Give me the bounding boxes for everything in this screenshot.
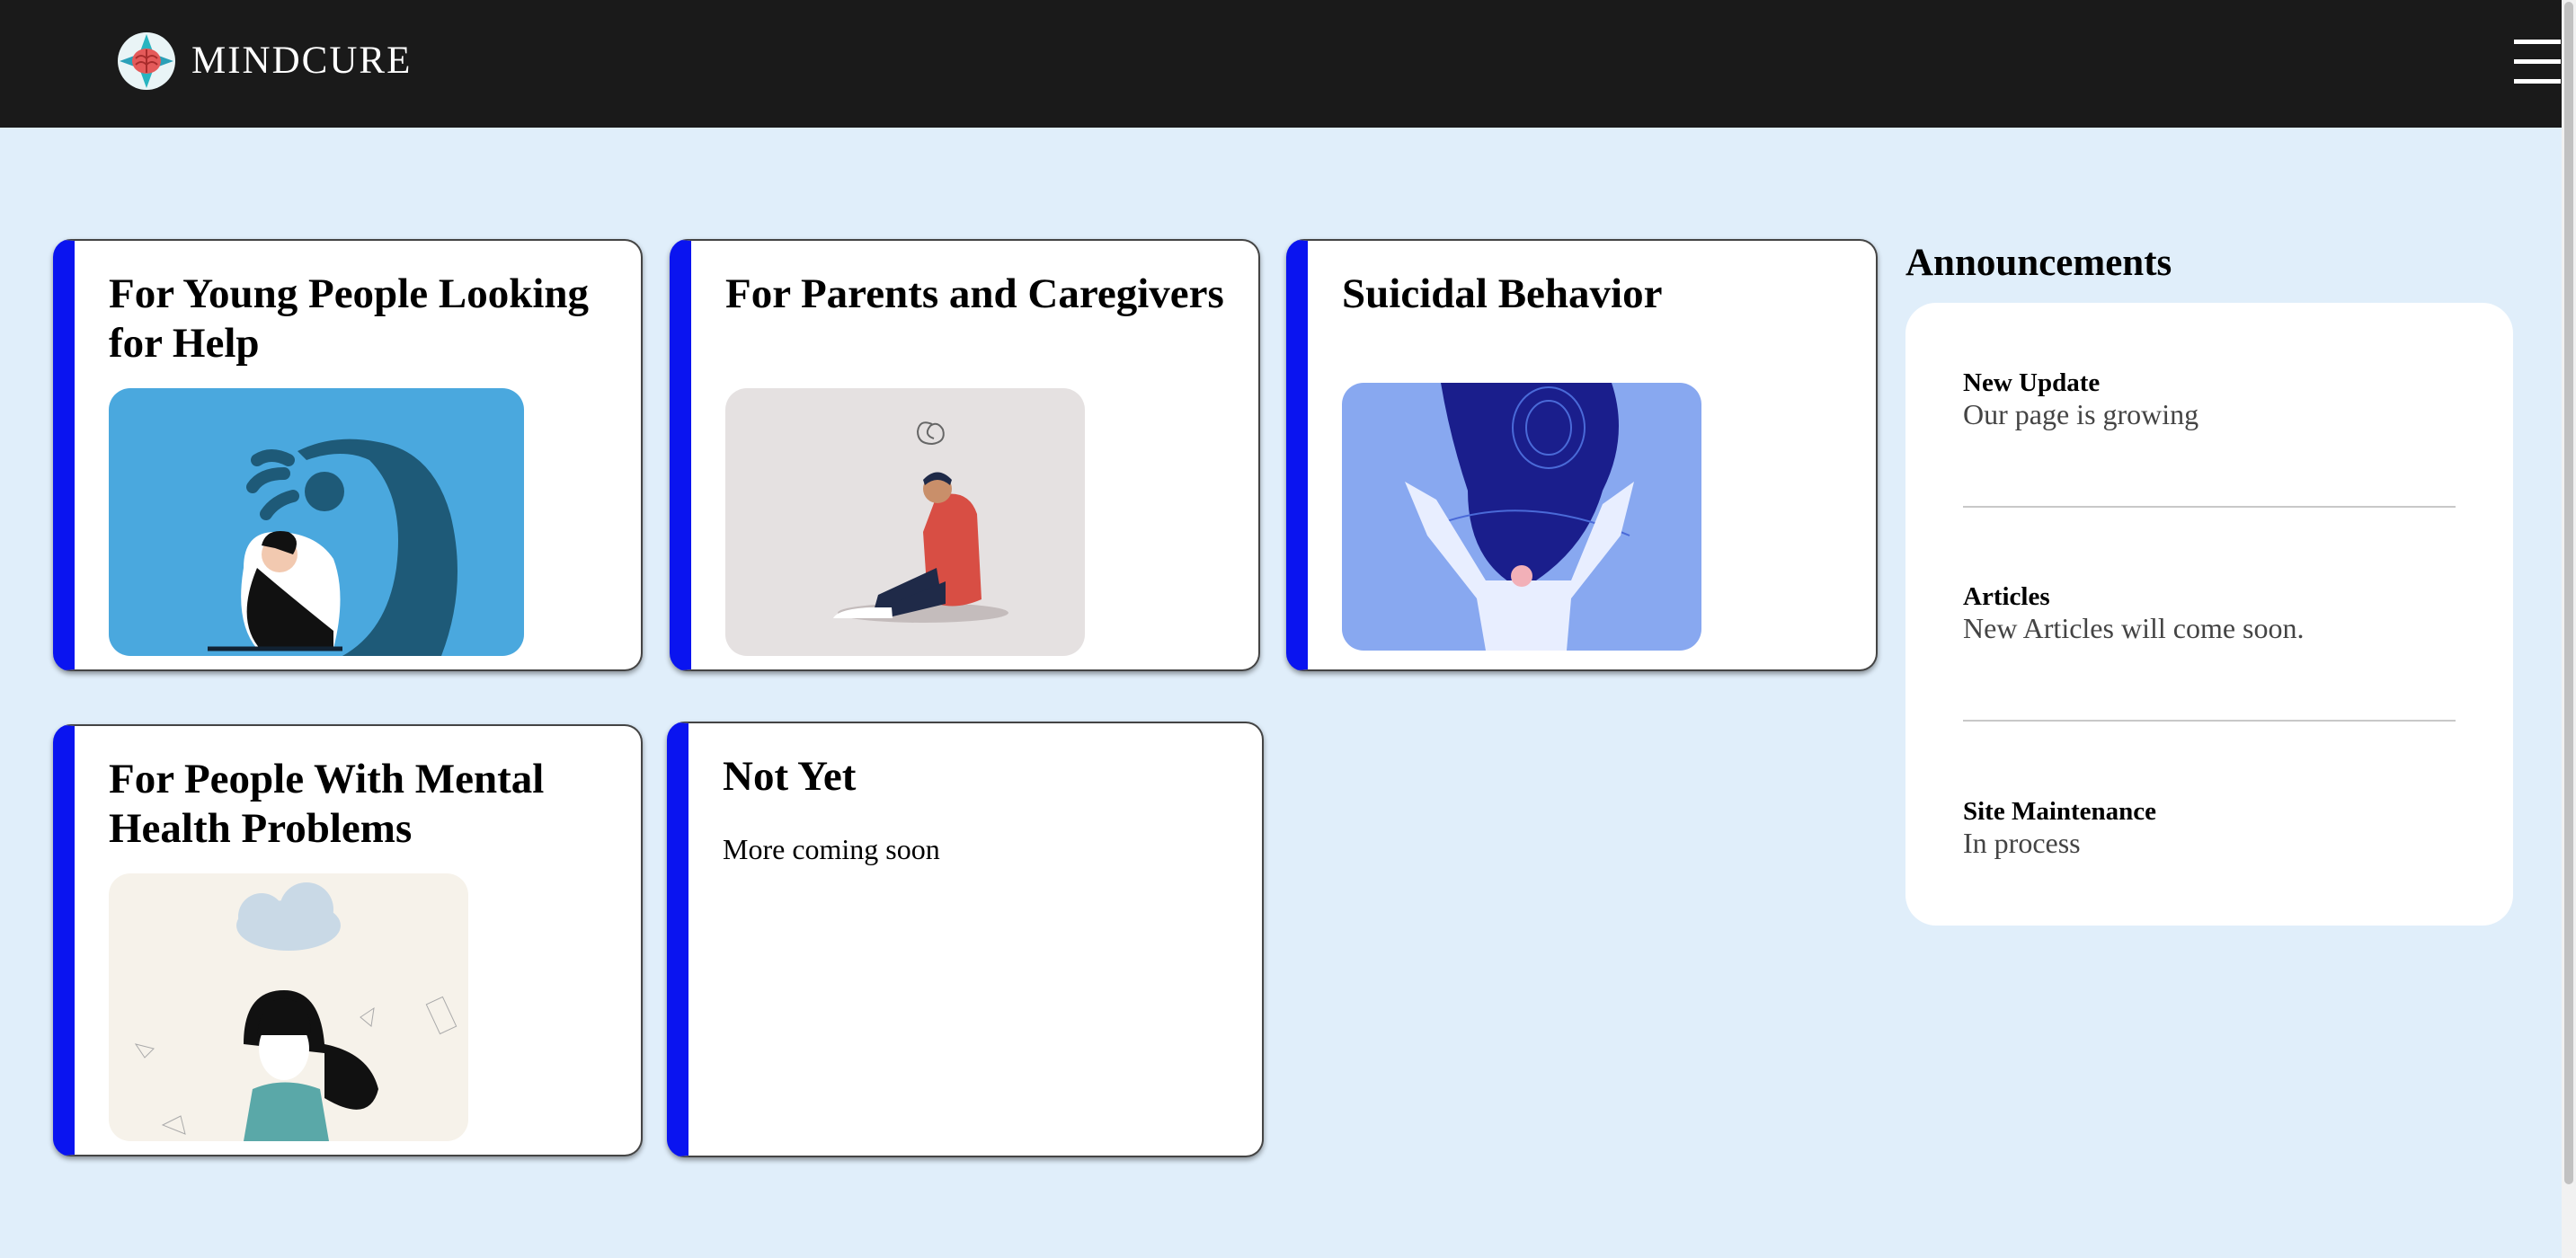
woman-tangled-hair-illustration — [1342, 383, 1701, 651]
announcement-item: Articles New Articles will come soon. — [1963, 581, 2456, 644]
card-suicidal-behavior[interactable]: Suicidal Behavior — [1286, 239, 1878, 671]
card-young-people[interactable]: For Young People Looking for Help — [53, 239, 643, 671]
announcement-description: New Articles will come soon. — [1963, 612, 2305, 644]
announcement-item: Site Maintenance In process — [1963, 796, 2456, 859]
card-title: Suicidal Behavior — [1342, 270, 1663, 317]
card-not-yet[interactable]: Not Yet More coming soon — [667, 722, 1264, 1157]
card-parents-caregivers[interactable]: For Parents and Caregivers — [670, 239, 1260, 671]
announcement-title: Articles — [1963, 582, 2050, 611]
card-title: For Young People Looking for Help — [109, 270, 590, 367]
person-sitting-illustration — [725, 388, 1085, 656]
divider — [1963, 506, 2456, 508]
announcement-description: In process — [1963, 827, 2081, 859]
brain-logo-icon[interactable] — [117, 31, 176, 91]
announcement-description: Our page is growing — [1963, 398, 2199, 430]
card-title: Not Yet — [723, 753, 857, 800]
card-title: For People With Mental Health Problems — [109, 756, 545, 852]
divider — [1963, 720, 2456, 722]
card-mental-health-problems[interactable]: For People With Mental Health Problems — [53, 724, 643, 1156]
announcement-item: New Update Our page is growing — [1963, 368, 2456, 430]
brand-name[interactable]: MINDCURE — [191, 40, 412, 83]
announcements-panel: New Update Our page is growing Articles … — [1905, 303, 2513, 926]
announcement-title: Site Maintenance — [1963, 797, 2157, 826]
card-title: For Parents and Caregivers — [725, 270, 1224, 317]
announcements-heading: Announcements — [1905, 242, 2172, 284]
hamburger-menu-icon[interactable] — [2514, 40, 2561, 84]
person-hugging-knees-illustration — [109, 388, 524, 656]
scrollbar-thumb[interactable] — [2564, 2, 2573, 1184]
announcement-title: New Update — [1963, 368, 2101, 397]
card-text: More coming soon — [723, 833, 940, 865]
navbar: MINDCURE — [0, 0, 2576, 128]
vertical-scrollbar[interactable] — [2562, 0, 2576, 1258]
girl-under-cloud-illustration — [109, 873, 468, 1141]
